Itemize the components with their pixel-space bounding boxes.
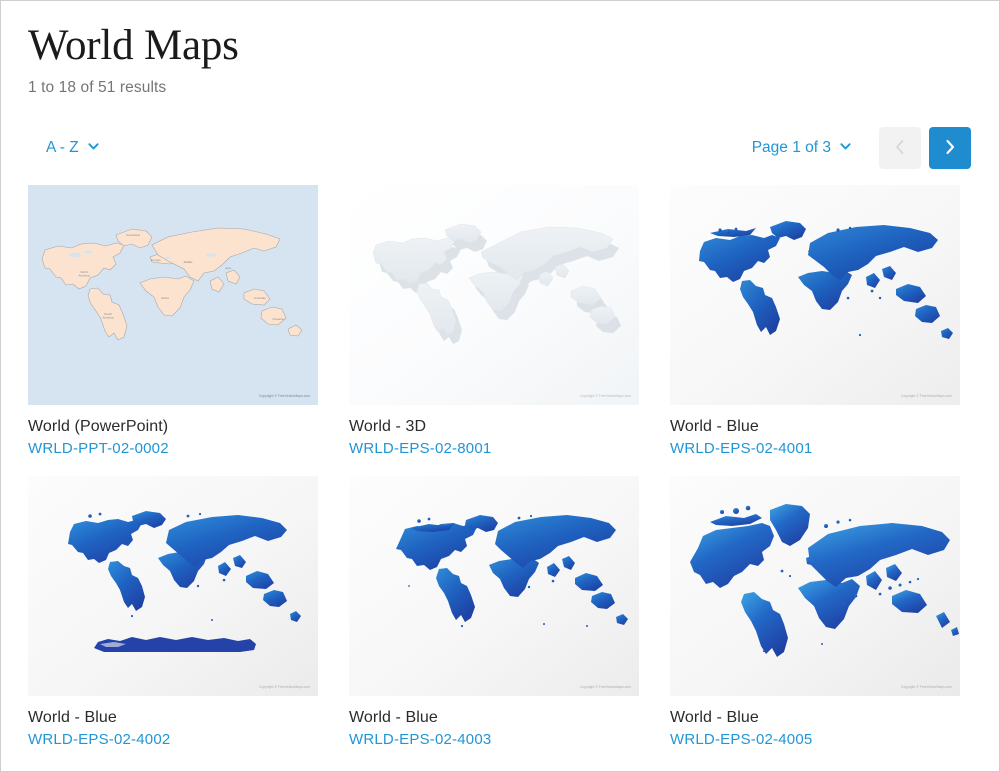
list-item[interactable]: Copyright © FreeVectorMaps.com World - B…	[349, 476, 639, 748]
svg-text:Oceania: Oceania	[272, 317, 284, 321]
svg-text:Middle: Middle	[184, 260, 193, 264]
map-code-link[interactable]: WRLD-PPT-02-0002	[28, 440, 318, 457]
sort-order-label: A - Z	[46, 139, 79, 156]
page-number-dropdown[interactable]: Page 1 of 3	[746, 135, 857, 161]
map-thumbnail[interactable]: Copyright © FreeVectorMaps.com	[349, 476, 639, 696]
list-item[interactable]: Copyright © FreeVectorMaps.com World - B…	[670, 476, 960, 748]
svg-text:Copyright © FreeVectorMaps.com: Copyright © FreeVectorMaps.com	[580, 394, 631, 398]
map-title: World - Blue	[28, 709, 117, 726]
map-code-link[interactable]: WRLD-EPS-02-8001	[349, 440, 639, 457]
svg-text:Copyright © FreeVectorMaps.com: Copyright © FreeVectorMaps.com	[901, 685, 952, 689]
map-thumbnail[interactable]: North America South America Africa Europe …	[28, 185, 318, 405]
map-code-link[interactable]: WRLD-EPS-02-4001	[670, 440, 960, 457]
svg-text:Africa: Africa	[161, 296, 169, 300]
map-title: World - Blue	[670, 709, 759, 726]
svg-text:Copyright © FreeVectorMaps.com: Copyright © FreeVectorMaps.com	[580, 685, 631, 689]
control-bar: A - Z Page 1 of 3	[28, 126, 972, 170]
pagination-controls: Page 1 of 3	[746, 127, 972, 169]
chevron-right-icon	[943, 138, 957, 159]
svg-text:Australia: Australia	[254, 296, 266, 300]
map-title: World - 3D	[349, 418, 427, 435]
svg-text:Asia: Asia	[225, 266, 231, 270]
page-title: World Maps	[28, 22, 239, 69]
result-count: 1 to 18 of 51 results	[28, 79, 167, 96]
chevron-left-icon	[893, 138, 907, 159]
map-code-link[interactable]: WRLD-EPS-02-4002	[28, 731, 318, 748]
map-code-link[interactable]: WRLD-EPS-02-4003	[349, 731, 639, 748]
sort-order-dropdown[interactable]: A - Z	[40, 135, 105, 161]
list-item[interactable]: Copyright © FreeVectorMaps.com World - 3…	[349, 185, 639, 457]
svg-text:Copyright © FreeVectorMaps.com: Copyright © FreeVectorMaps.com	[901, 394, 952, 398]
svg-text:America: America	[78, 274, 89, 278]
page-number-label: Page 1 of 3	[751, 139, 831, 156]
previous-page-button[interactable]	[879, 127, 921, 169]
svg-text:Greenland: Greenland	[126, 233, 140, 237]
results-page: World Maps 1 to 18 of 51 results A - Z P…	[0, 0, 1000, 772]
map-title: World - Blue	[670, 418, 759, 435]
map-title: World (PowerPoint)	[28, 418, 169, 435]
map-results-grid: North America South America Africa Europe …	[28, 185, 972, 748]
map-title: World - Blue	[349, 709, 438, 726]
map-thumbnail[interactable]: Copyright © FreeVectorMaps.com	[670, 185, 960, 405]
map-thumbnail[interactable]: Copyright © FreeVectorMaps.com	[670, 476, 960, 696]
list-item[interactable]: Copyright © FreeVectorMaps.com World - B…	[28, 476, 318, 748]
list-item[interactable]: North America South America Africa Europe …	[28, 185, 318, 457]
map-thumbnail[interactable]: Copyright © FreeVectorMaps.com	[349, 185, 639, 405]
svg-text:Copyright © FreeVectorMaps.com: Copyright © FreeVectorMaps.com	[259, 685, 310, 689]
next-page-button[interactable]	[929, 127, 971, 169]
chevron-down-icon	[840, 141, 851, 152]
svg-text:America: America	[102, 316, 113, 320]
map-thumbnail[interactable]: Copyright © FreeVectorMaps.com	[28, 476, 318, 696]
pager-buttons	[879, 127, 971, 169]
svg-text:Europe: Europe	[151, 258, 161, 262]
svg-text:Copyright © FreeVectorMaps.com: Copyright © FreeVectorMaps.com	[259, 394, 310, 398]
map-code-link[interactable]: WRLD-EPS-02-4005	[670, 731, 960, 748]
list-item[interactable]: Copyright © FreeVectorMaps.com World - B…	[670, 185, 960, 457]
chevron-down-icon	[88, 141, 99, 152]
